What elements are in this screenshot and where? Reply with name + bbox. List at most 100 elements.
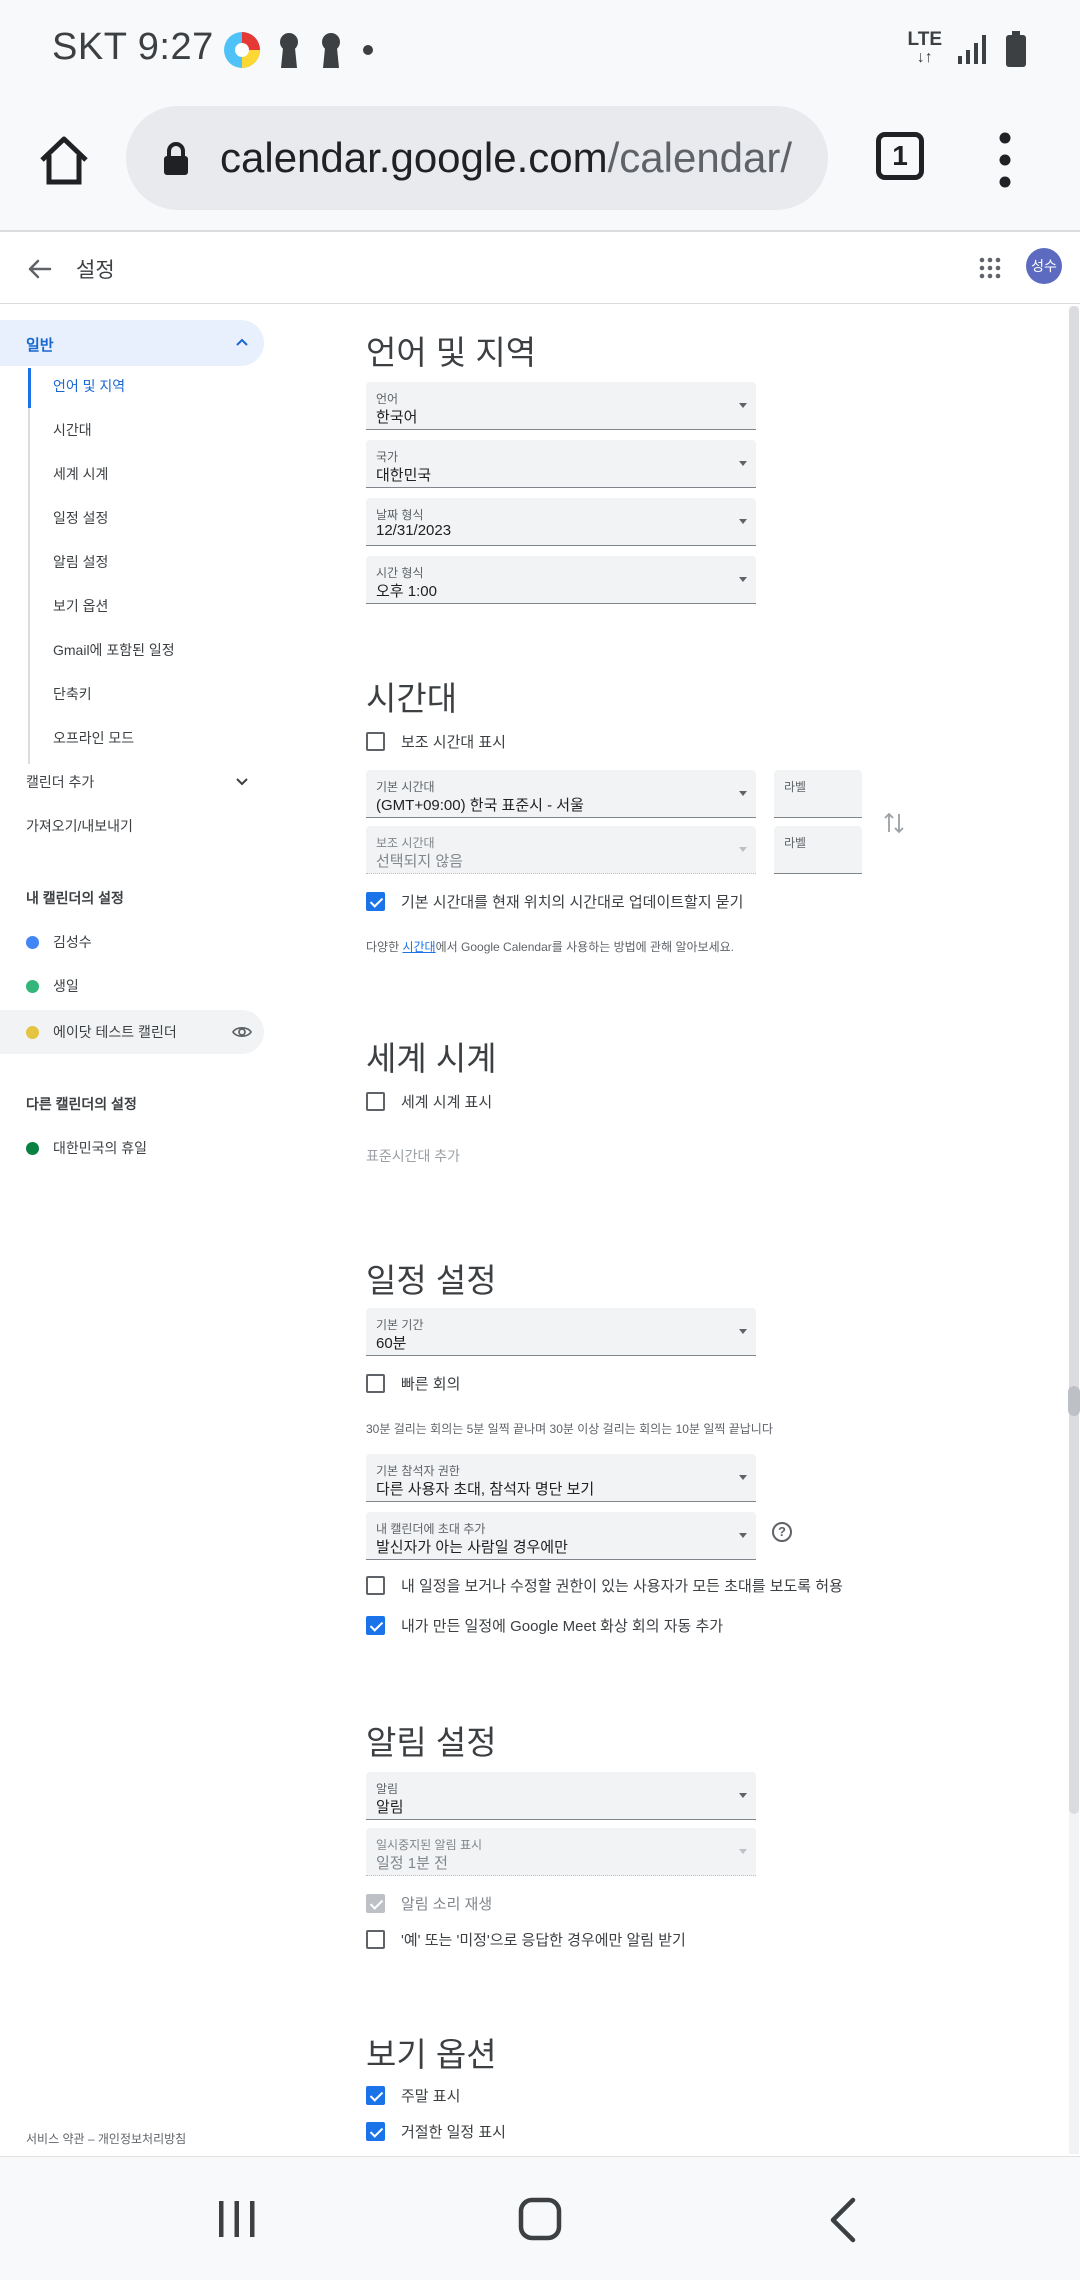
show-declined-row[interactable]: 거절한 일정 표시 [366,2120,506,2142]
calendar-item-korea-holidays[interactable]: 대한민국의 휴일 [26,1138,147,1158]
sidebar-item-gmail-events[interactable]: Gmail에 포함된 일정 [53,640,175,660]
scrollbar-thumb[interactable] [1069,306,1079,1814]
sidebar-item-world-clock[interactable]: 세계 시계 [53,464,108,484]
more-vert-icon[interactable] [990,128,1020,192]
field-label: 일시중지된 알림 표시 [376,1838,483,1852]
show-declined-checkbox[interactable] [366,2121,385,2141]
battery-icon [1006,31,1026,67]
sidebar-item-shortcuts[interactable]: 단축키 [53,684,92,704]
date-format-select[interactable]: 날짜 형식 12/31/2023 [366,498,756,546]
guest-permissions-select[interactable]: 기본 참석자 권한 다른 사용자 초대, 참석자 명단 보기 [366,1454,756,1502]
checkbox-label: 내가 만든 일정에 Google Meet 화상 회의 자동 추가 [401,1617,724,1635]
footer-links[interactable]: 서비스 약관 – 개인정보처리방침 [26,2130,186,2147]
field-value: 60분 [376,1335,407,1352]
play-sound-checkbox[interactable] [366,1893,385,1913]
show-weekends-row[interactable]: 주말 표시 [366,2084,460,2106]
url-bar[interactable]: calendar.google.com/calendar/ [126,106,828,210]
back-nav-icon[interactable] [826,2197,860,2243]
primary-timezone-label-input[interactable]: 라벨 [774,770,862,818]
home-nav-icon[interactable] [518,2197,562,2241]
sidebar-item-import-export[interactable]: 가져오기/내보내기 [26,816,133,836]
primary-timezone-select[interactable]: 기본 시간대 (GMT+09:00) 한국 표준시 - 서울 [366,770,756,818]
eye-icon[interactable] [232,1022,252,1042]
allow-see-invites-row[interactable]: 내 일정을 보거나 수정할 권한이 있는 사용자가 모든 초대를 보도록 허용 [366,1574,843,1596]
notify-only-if-yes-checkbox[interactable] [366,1929,385,1949]
field-label: 내 캘린더에 초대 추가 [376,1522,486,1536]
field-label: 기본 기간 [376,1318,424,1332]
status-notification-icons [222,30,378,70]
calendar-item-kim-seongsu[interactable]: 김성수 [26,932,92,952]
ask-update-timezone-row[interactable]: 기본 시간대를 현재 위치의 시간대로 업데이트할지 묻기 [366,890,743,912]
show-world-clock-row[interactable]: 세계 시계 표시 [366,1090,492,1112]
show-weekends-checkbox[interactable] [366,2085,385,2105]
allow-see-invites-checkbox[interactable] [366,1575,385,1595]
sidebar-item-language-region[interactable]: 언어 및 지역 [53,376,125,396]
dropdown-caret-icon [739,403,747,408]
play-sound-row[interactable]: 알림 소리 재생 [366,1892,492,1914]
time-format-select[interactable]: 시간 형식 오후 1:00 [366,556,756,604]
show-secondary-timezone-row[interactable]: 보조 시간대 표시 [366,730,506,752]
add-invitations-select[interactable]: 내 캘린더에 초대 추가 발신자가 아는 사람일 경우에만 [366,1512,756,1560]
field-label: 알림 [376,1782,399,1796]
sidebar-item-notification-settings[interactable]: 알림 설정 [53,552,108,572]
speedy-meetings-row[interactable]: 빠른 회의 [366,1372,460,1394]
sidebar-item-view-options[interactable]: 보기 옵션 [53,596,108,616]
swap-vertical-icon[interactable] [882,810,906,836]
checkbox-label: 내 일정을 보거나 수정할 권한이 있는 사용자가 모든 초대를 보도록 허용 [401,1577,843,1595]
lte-icon: LTE ↓↑ [907,29,942,66]
google-apps-icon[interactable] [978,256,1002,280]
scroll-handle[interactable] [1068,1386,1080,1416]
tab-switcher-button[interactable]: 1 [876,132,924,180]
recent-apps-icon[interactable] [216,2199,258,2239]
auto-meet-checkbox[interactable] [366,1615,385,1635]
keyhole-icon [280,33,298,68]
field-label: 언어 [376,392,399,406]
notify-only-if-yes-row[interactable]: '예' 또는 '미정'으로 응답한 경우에만 알림 받기 [366,1928,686,1950]
field-label: 시간 형식 [376,566,424,580]
auto-meet-row[interactable]: 내가 만든 일정에 Google Meet 화상 회의 자동 추가 [366,1614,723,1636]
show-world-clock-checkbox[interactable] [366,1091,385,1111]
calendar-color-dot [26,1025,39,1039]
field-value: 발신자가 아는 사람일 경우에만 [376,1539,568,1556]
language-select[interactable]: 언어 한국어 [366,382,756,430]
country-select[interactable]: 국가 대한민국 [366,440,756,488]
show-secondary-timezone-checkbox[interactable] [366,731,385,751]
secondary-timezone-select[interactable]: 보조 시간대 선택되지 않음 [366,826,756,874]
notifications-select[interactable]: 알림 알림 [366,1772,756,1820]
add-timezone-link[interactable]: 표준시간대 추가 [366,1146,460,1166]
field-value: 알림 [376,1799,404,1816]
account-avatar[interactable]: 성수 [1026,248,1062,284]
sidebar-item-timezone[interactable]: 시간대 [53,420,92,440]
field-value: (GMT+09:00) 한국 표준시 - 서울 [376,797,584,814]
snoozed-notifications-select[interactable]: 일시중지된 알림 표시 일정 1분 전 [366,1828,756,1876]
status-time: SKT 9:27 [52,26,214,68]
calendar-name: 김성수 [53,934,92,950]
field-label: 기본 참석자 권한 [376,1464,460,1478]
back-arrow-icon[interactable] [24,254,54,284]
sidebar-item-event-settings[interactable]: 일정 설정 [53,508,108,528]
sidebar-item-label: 일반 [26,337,54,354]
secondary-timezone-label-input[interactable]: 라벨 [774,826,862,874]
settings-sidebar: 일반 언어 및 지역 시간대 세계 시계 일정 설정 알림 설정 보기 옵션 G… [0,304,270,2154]
calendar-item-adot-test[interactable]: 에이닷 테스트 캘린더 [26,1022,177,1042]
dropdown-caret-icon [739,577,747,582]
subnav-active-indicator [28,368,31,408]
sidebar-item-offline[interactable]: 오프라인 모드 [53,728,134,748]
default-duration-select[interactable]: 기본 기간 60분 [366,1308,756,1356]
section-title-view-options: 보기 옵션 [366,2036,497,2073]
sidebar-item-add-calendar[interactable]: 캘린더 추가 [26,772,94,792]
speedy-meetings-checkbox[interactable] [366,1373,385,1393]
calendar-color-dot [26,1141,39,1155]
dropdown-caret-icon [739,461,747,466]
chevron-down-icon[interactable] [234,774,250,790]
browser-toolbar: calendar.google.com/calendar/ 1 [0,100,1080,232]
home-icon[interactable] [34,130,94,190]
ask-update-timezone-checkbox[interactable] [366,891,385,911]
help-icon[interactable]: ? [772,1522,792,1542]
checkbox-label: 빠른 회의 [401,1375,461,1393]
signal-icon [958,35,986,64]
sidebar-item-general[interactable]: 일반 [0,320,264,366]
timezone-help-link[interactable]: 시간대 [402,940,435,954]
calendar-item-birthdays[interactable]: 생일 [26,976,79,996]
calendar-color-dot [26,979,39,993]
